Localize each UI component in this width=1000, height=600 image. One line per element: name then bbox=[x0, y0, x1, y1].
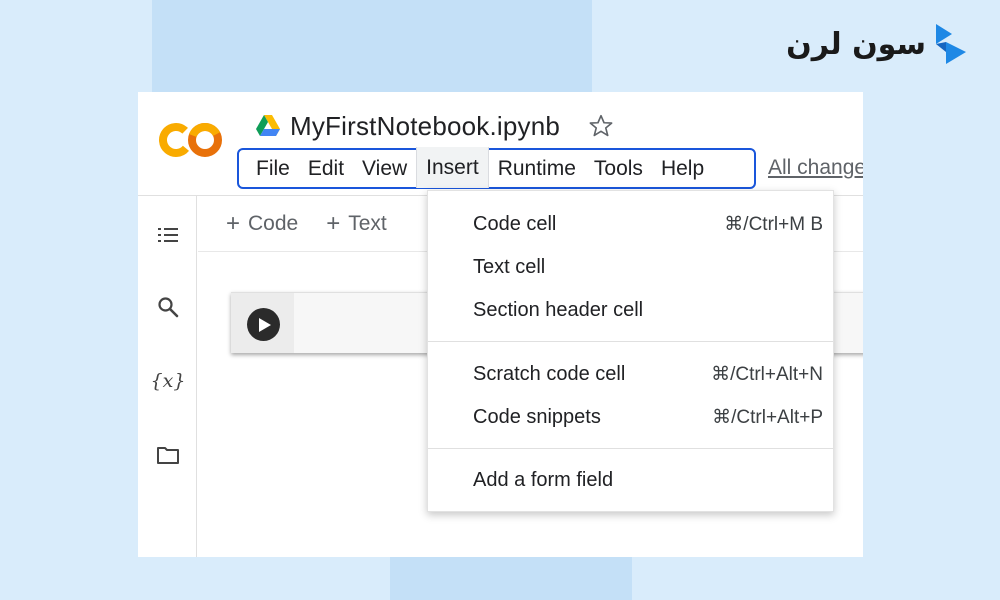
background-band-top bbox=[152, 0, 592, 95]
search-icon[interactable] bbox=[155, 294, 181, 320]
background-band-bottom bbox=[390, 556, 632, 600]
menu-edit[interactable]: Edit bbox=[299, 150, 353, 187]
insert-code-snippets[interactable]: Code snippets ⌘/Ctrl+Alt+P bbox=[428, 396, 833, 438]
play-icon bbox=[259, 318, 271, 332]
menu-item-shortcut: ⌘/Ctrl+Alt+N bbox=[711, 363, 823, 385]
menu-item-label: Add a form field bbox=[473, 468, 614, 491]
add-code-label: Code bbox=[248, 211, 299, 235]
notebook-title[interactable]: MyFirstNotebook.ipynb bbox=[290, 111, 560, 142]
menu-item-label: Scratch code cell bbox=[473, 362, 626, 385]
menu-item-label: Section header cell bbox=[473, 298, 644, 321]
add-text-label: Text bbox=[348, 211, 387, 235]
menu-separator bbox=[428, 448, 833, 449]
insert-form-field[interactable]: Add a form field bbox=[428, 459, 833, 501]
menu-item-label: Text cell bbox=[473, 255, 546, 278]
brand-text: سون لرن bbox=[786, 26, 927, 62]
menu-view[interactable]: View bbox=[353, 150, 416, 187]
notebook-title-row: MyFirstNotebook.ipynb bbox=[256, 110, 614, 142]
brand-logo: سون لرن bbox=[786, 20, 968, 68]
star-icon[interactable] bbox=[588, 113, 614, 139]
left-sidebar: {x} bbox=[138, 196, 197, 557]
menu-item-label: Code snippets bbox=[473, 405, 601, 428]
menu-runtime[interactable]: Runtime bbox=[489, 150, 585, 187]
brand-mark-icon bbox=[936, 24, 966, 64]
menu-bar: File Edit View Insert Runtime Tools Help bbox=[237, 147, 756, 189]
google-drive-icon bbox=[256, 115, 280, 136]
menu-item-shortcut: ⌘/Ctrl+Alt+P bbox=[712, 406, 823, 428]
insert-scratch-code-cell[interactable]: Scratch code cell ⌘/Ctrl+Alt+N bbox=[428, 353, 833, 395]
menu-separator bbox=[428, 341, 833, 342]
menu-file[interactable]: File bbox=[247, 150, 299, 187]
table-of-contents-icon[interactable] bbox=[155, 222, 181, 248]
menu-help[interactable]: Help bbox=[652, 150, 713, 187]
menu-item-shortcut: ⌘/Ctrl+M B bbox=[724, 213, 823, 235]
plus-icon: + bbox=[226, 209, 241, 237]
plus-icon: + bbox=[326, 209, 341, 237]
variables-icon[interactable]: {x} bbox=[151, 368, 186, 394]
variables-icon-text: {x} bbox=[150, 370, 186, 392]
colab-logo-icon bbox=[159, 123, 222, 157]
run-cell-button[interactable] bbox=[247, 308, 280, 341]
menu-tools[interactable]: Tools bbox=[585, 150, 652, 187]
insert-section-header-cell[interactable]: Section header cell bbox=[428, 289, 833, 331]
menu-insert[interactable]: Insert bbox=[416, 147, 489, 188]
insert-text-cell[interactable]: Text cell bbox=[428, 246, 833, 288]
insert-menu-dropdown: Code cell ⌘/Ctrl+M B Text cell Section h… bbox=[427, 190, 834, 512]
add-text-button[interactable]: + Text bbox=[326, 210, 387, 238]
folder-icon[interactable] bbox=[155, 442, 181, 468]
menu-item-label: Code cell bbox=[473, 212, 557, 235]
insert-code-cell[interactable]: Code cell ⌘/Ctrl+M B bbox=[428, 203, 833, 245]
save-status-link[interactable]: All changes saved bbox=[768, 156, 863, 180]
add-code-button[interactable]: + Code bbox=[226, 210, 298, 238]
